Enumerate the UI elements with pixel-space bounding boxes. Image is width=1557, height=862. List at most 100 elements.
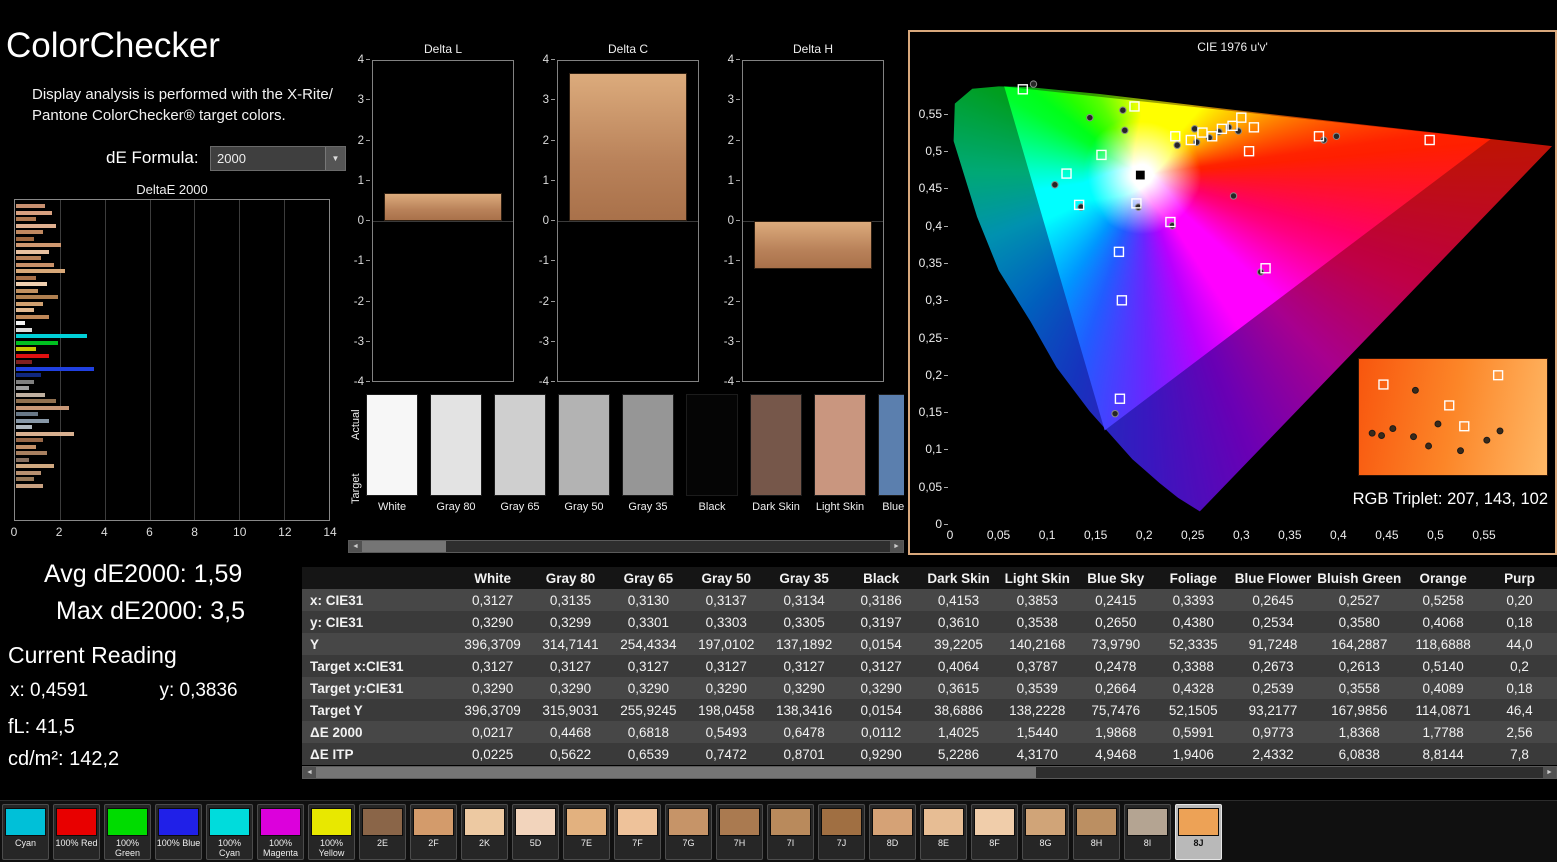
swatch-blue-sky: Blue Sky: [878, 394, 904, 513]
patch-button-2e[interactable]: 2E: [359, 804, 406, 860]
column-header: Black: [843, 567, 920, 589]
actual-label: Actual: [350, 409, 362, 441]
column-header: Dark Skin: [919, 567, 998, 589]
column-header: Orange: [1404, 567, 1483, 589]
column-header: Purp: [1482, 567, 1557, 589]
column-header: Gray 65: [609, 567, 688, 589]
delta-l-plot: [372, 60, 514, 382]
patch-button-7f[interactable]: 7F: [614, 804, 661, 860]
patch-buttons: Cyan 100% Red 100% Green 100% Blue 100% Cyan…: [2, 804, 1222, 860]
zero-baseline: [558, 221, 698, 222]
delta-l-title: Delta L: [423, 42, 463, 56]
avg-de2000-value: Avg dE2000: 1,59: [44, 560, 243, 588]
zero-baseline: [373, 221, 513, 222]
app-description: Display analysis is performed with the X…: [32, 84, 333, 126]
column-header: Gray 35: [765, 567, 844, 589]
swatch-scrollbar[interactable]: ◄ ►: [348, 540, 904, 553]
patch-button-7g[interactable]: 7G: [665, 804, 712, 860]
table-row: Target Y 396,3709 315,9031 255,9245 198,0458…: [302, 699, 1557, 721]
current-reading-xy: x: 0,4591 y: 0,3836: [10, 680, 238, 702]
swatch-black: Black: [686, 394, 738, 513]
table-scrollbar[interactable]: ◄ ►: [302, 766, 1557, 779]
chevron-down-icon: ▼: [325, 147, 345, 170]
scroll-right-arrow-icon[interactable]: ►: [1543, 767, 1556, 778]
patch-button-100-red[interactable]: 100% Red: [53, 804, 100, 860]
table-row: Target y:CIE31 0,3290 0,3290 0,3290 0,3290 0,…: [302, 677, 1557, 699]
cie-plot: RGB Triplet: 207, 143, 102: [950, 58, 1552, 524]
cie-inset-markers: [1368, 370, 1504, 455]
patch-button-100-magenta[interactable]: 100% Magenta: [257, 804, 304, 860]
cie-yticks: 0 0,05 0,1 0,15 0,2 0,25 0,3 0,35 0,4 0,45 0,5 0,55: [916, 58, 948, 531]
cie-zoom-inset: [1358, 358, 1548, 476]
delta-c-chart: Delta C 4 3 2 1 0 -1 -2 -3 -4: [531, 42, 701, 388]
cie-title: CIE 1976 u'v': [1197, 40, 1268, 54]
patch-button-7e[interactable]: 7E: [563, 804, 610, 860]
table-scrollbar-thumb[interactable]: [316, 767, 1036, 778]
page-title: ColorChecker: [6, 26, 220, 65]
patch-button-5d[interactable]: 5D: [512, 804, 559, 860]
delta-h-plot: [742, 60, 884, 382]
colorchecker-screen: ColorChecker Display analysis is perform…: [0, 0, 1557, 862]
cdm2-value: cd/m²: 142,2: [8, 748, 120, 770]
patch-button-cyan[interactable]: Cyan: [2, 804, 49, 860]
patch-button-7j[interactable]: 7J: [818, 804, 865, 860]
table-row: Target x:CIE31 0,3127 0,3127 0,3127 0,3127 0,…: [302, 655, 1557, 677]
swatch-gray-50: Gray 50: [558, 394, 610, 513]
delta-c-yticks: 4 3 2 1 0 -1 -2 -3 -4: [531, 54, 555, 388]
deltae-xticks: 0 2 4 6 8 10 12 14: [10, 525, 337, 539]
delta-h-yticks: 4 3 2 1 0 -1 -2 -3 -4: [716, 54, 740, 388]
patch-button-8g[interactable]: 8G: [1022, 804, 1069, 860]
delta-c-plot: [557, 60, 699, 382]
column-header: Gray 50: [687, 567, 766, 589]
swatch-gray-65: Gray 65: [494, 394, 546, 513]
column-header: Light Skin: [997, 567, 1077, 589]
swatch-light-skin: Light Skin: [814, 394, 866, 513]
table-row: ΔE ITP 0,0225 0,5622 0,6539 0,7472 0,8701 0,92…: [302, 743, 1557, 765]
patch-button-2k[interactable]: 2K: [461, 804, 508, 860]
swatch-scrollbar-thumb[interactable]: [362, 541, 446, 552]
delta-c-title: Delta C: [607, 42, 648, 56]
column-header: Bluish Green: [1314, 567, 1405, 589]
swatch-row: White Gray 80 Gray 65 Gray 50 Gray 35 Black Da…: [366, 394, 904, 513]
swatch-gray-80: Gray 80: [430, 394, 482, 513]
delta-h-chart: Delta H 4 3 2 1 0 -1 -2 -3 -4: [716, 42, 886, 388]
results-table-grid: White Gray 80 Gray 65 Gray 50 Gray 35 Black Da…: [302, 567, 1557, 765]
delta-l-bar: [384, 193, 502, 221]
deltae2000-chart-title: DeltaE 2000: [136, 182, 208, 197]
table-row: Y 396,3709 314,7141 254,4334 197,0102 137,189…: [302, 633, 1557, 655]
scroll-left-arrow-icon[interactable]: ◄: [349, 541, 362, 552]
deltae-bars: [16, 201, 328, 519]
patch-button-2f[interactable]: 2F: [410, 804, 457, 860]
patch-button-8h[interactable]: 8H: [1073, 804, 1120, 860]
patch-button-8e[interactable]: 8E: [920, 804, 967, 860]
patch-button-8i[interactable]: 8I: [1124, 804, 1171, 860]
target-label: Target: [350, 473, 362, 505]
app-description-line2: Pantone ColorChecker® target colors.: [32, 107, 286, 124]
patch-button-8f[interactable]: 8F: [971, 804, 1018, 860]
patch-button-8d[interactable]: 8D: [869, 804, 916, 860]
patch-button-8j[interactable]: 8J: [1175, 804, 1222, 860]
bottom-toolbar: Cyan 100% Red 100% Green 100% Blue 100% Cyan…: [0, 800, 1557, 862]
current-x-value: x: 0,4591: [10, 680, 89, 701]
column-header: Foliage: [1154, 567, 1232, 589]
patch-button-100-blue[interactable]: 100% Blue: [155, 804, 202, 860]
patch-button-100-yellow[interactable]: 100% Yellow: [308, 804, 355, 860]
de-formula-value: 2000: [217, 151, 246, 166]
patch-button-100-cyan[interactable]: 100% Cyan: [206, 804, 253, 860]
patch-button-7h[interactable]: 7H: [716, 804, 763, 860]
delta-h-title: Delta H: [792, 42, 833, 56]
delta-c-bar: [569, 73, 687, 221]
column-header: Blue Flower: [1231, 567, 1315, 589]
swatch-dark-skin: Dark Skin: [750, 394, 802, 513]
results-table: White Gray 80 Gray 65 Gray 50 Gray 35 Black Da…: [302, 567, 1557, 765]
patch-button-7i[interactable]: 7I: [767, 804, 814, 860]
deltae2000-plot: [14, 199, 330, 521]
scroll-left-arrow-icon[interactable]: ◄: [303, 767, 316, 778]
swatch-white: White: [366, 394, 418, 513]
scroll-right-arrow-icon[interactable]: ►: [890, 541, 903, 552]
deltae2000-chart: DeltaE 2000 0 2 4 6 8 10 12 14: [10, 182, 337, 542]
de-formula-dropdown[interactable]: 2000 ▼: [210, 146, 346, 171]
patch-button-100-green[interactable]: 100% Green: [104, 804, 151, 860]
table-row: y: CIE31 0,3290 0,3299 0,3301 0,3303 0,3305 0,…: [302, 611, 1557, 633]
delta-h-bar: [754, 221, 872, 269]
